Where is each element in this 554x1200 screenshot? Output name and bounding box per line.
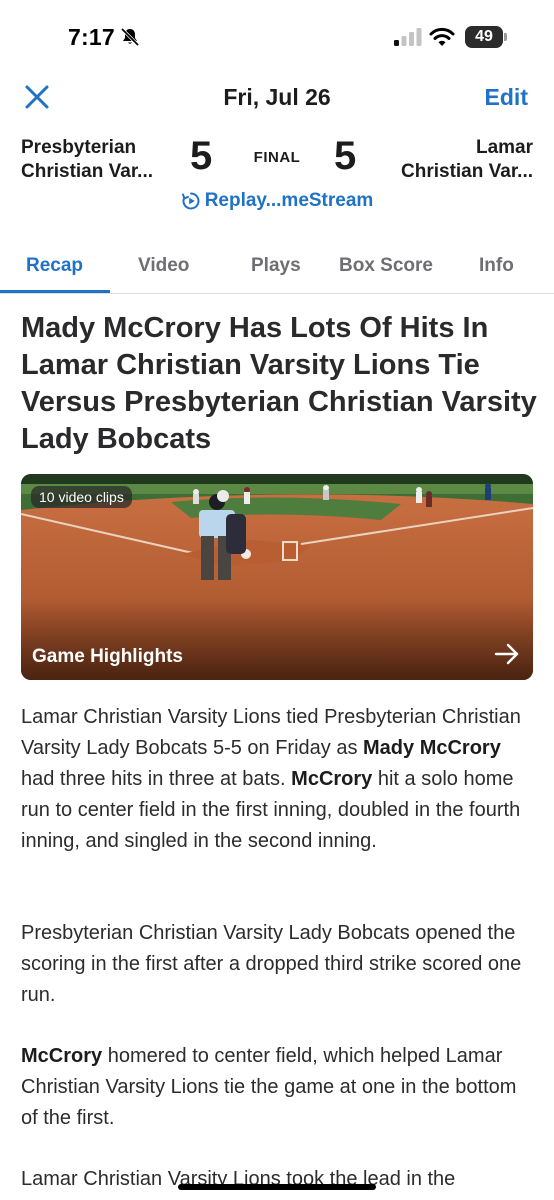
replay-play-icon — [181, 192, 200, 210]
tab-recap[interactable]: Recap — [26, 255, 83, 277]
video-clips-badge: 10 video clips — [31, 486, 132, 508]
status-time: 7:17 — [68, 24, 115, 50]
article-paragraph-3: McCrory homered to center field, which h… — [21, 1041, 535, 1134]
tab-video[interactable]: Video — [138, 255, 189, 277]
bell-slash-icon — [120, 27, 140, 47]
player-name-bold: McCrory — [291, 768, 373, 790]
paragraph-text: had three hits in three at bats. — [21, 768, 292, 790]
active-tab-indicator — [0, 290, 110, 293]
video-title: Game Highlights — [32, 646, 183, 667]
replay-label: Replay...meStream — [204, 190, 374, 211]
article-paragraph-2: Presbyterian Christian Varsity Lady Bobc… — [21, 922, 522, 1006]
away-score: 5 — [334, 134, 357, 178]
game-date: Fri, Jul 26 — [223, 84, 331, 110]
player-name-bold: McCrory — [21, 1045, 103, 1067]
battery-level: 49 — [475, 28, 493, 45]
status-bar: 7:17 49 — [0, 0, 554, 76]
tab-plays[interactable]: Plays — [251, 255, 301, 277]
tab-bar: Recap Video Plays Box Score Info — [0, 240, 554, 294]
away-team-line2: Christian Var... — [401, 161, 533, 182]
replay-link[interactable]: Replay...meStream — [0, 190, 554, 217]
tab-box-score[interactable]: Box Score — [339, 255, 433, 277]
battery-icon: 49 — [465, 26, 507, 48]
home-indicator[interactable] — [178, 1184, 376, 1190]
article-paragraph-4: Lamar Christian Varsity Lions took the l… — [21, 1168, 456, 1190]
article-headline: Mady McCrory Has Lots Of Hits In Lamar C… — [21, 312, 537, 455]
cellular-signal-icon — [394, 28, 422, 46]
article-paragraph-1: Lamar Christian Varsity Lions tied Presb… — [21, 702, 535, 857]
edit-button[interactable]: Edit — [485, 84, 528, 111]
video-highlights-card[interactable]: 10 video clips Game Highlights — [21, 474, 533, 680]
wifi-icon — [429, 27, 455, 46]
player-name-bold: Mady McCrory — [363, 737, 501, 759]
arrow-right-icon[interactable] — [494, 642, 520, 666]
away-team-name[interactable]: Lamar Christian Var... — [401, 136, 533, 184]
tab-info[interactable]: Info — [479, 255, 514, 277]
away-team-line1: Lamar — [475, 137, 533, 158]
